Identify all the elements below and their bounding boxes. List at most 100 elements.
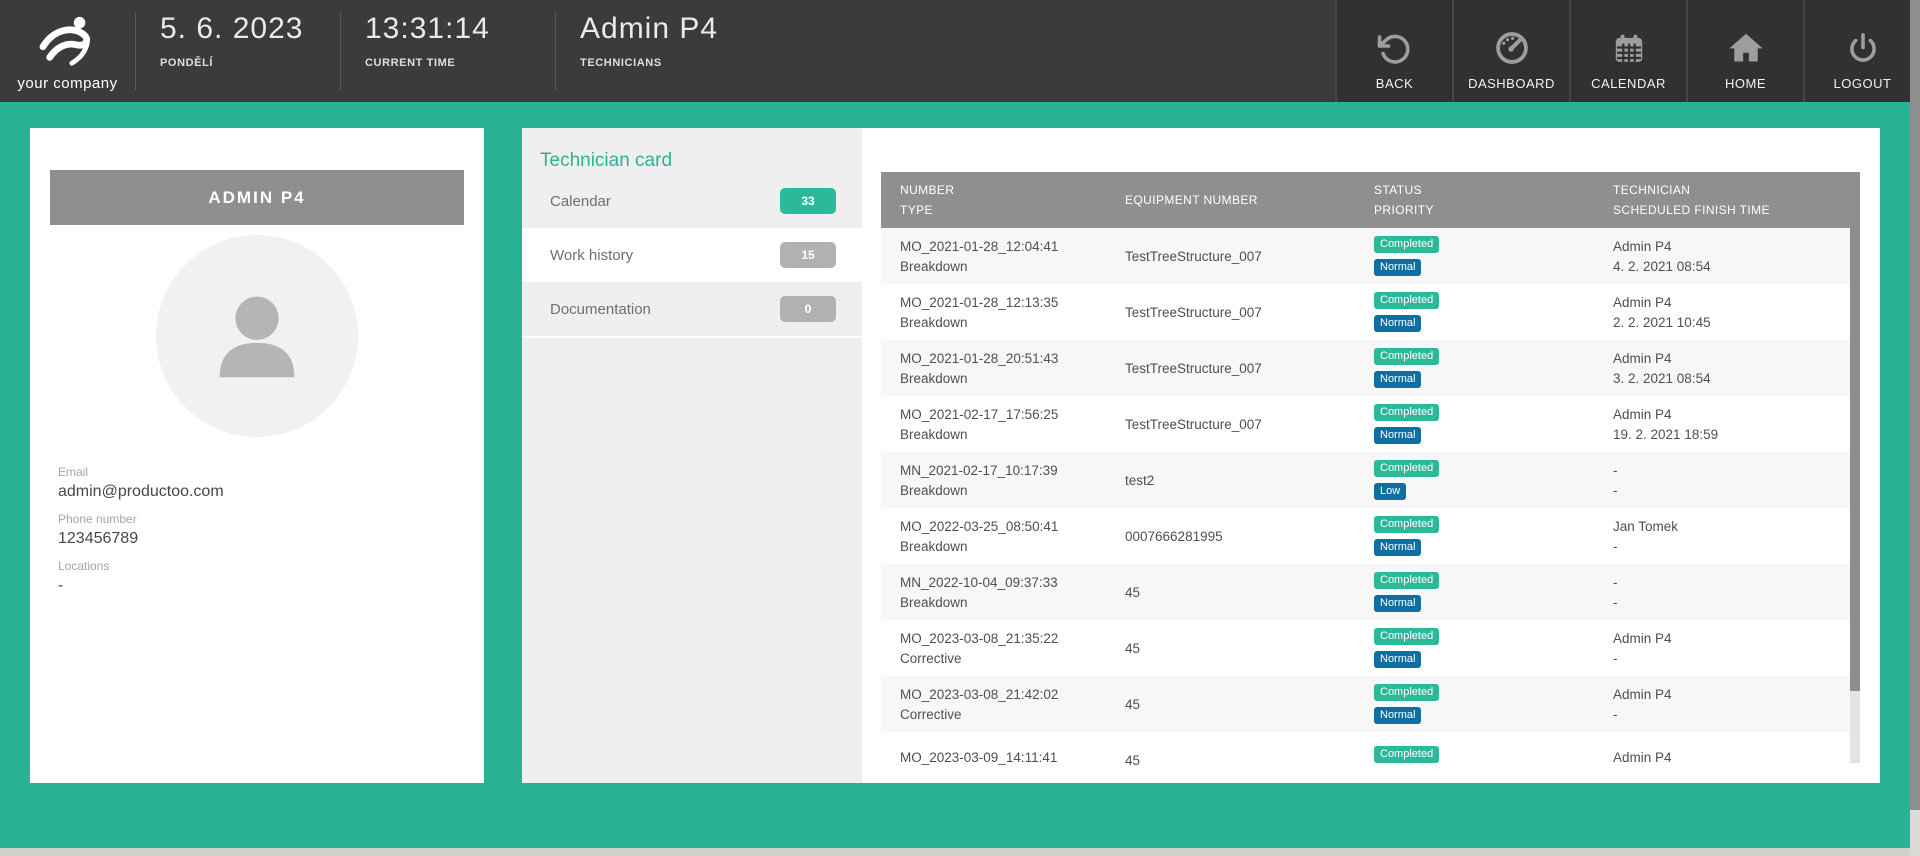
menu-item-label: Documentation	[550, 301, 651, 318]
locations-value: -	[58, 577, 456, 595]
cell-number-type: MN_2022-10-04_09:37:33 Breakdown	[881, 564, 1106, 620]
cell-technician-finish: - -	[1594, 452, 1851, 508]
cell-equipment-number: TestTreeStructure_007	[1106, 284, 1355, 340]
cell-equipment-number: 45	[1106, 620, 1355, 676]
table-row[interactable]: MO_2022-03-25_08:50:41 Breakdown 0007666…	[881, 508, 1851, 564]
work-order-type: Corrective	[900, 707, 1106, 722]
cell-technician-finish: Admin P4	[1594, 732, 1851, 783]
status-badge: Completed	[1374, 460, 1439, 477]
work-order-number: MO_2023-03-08_21:35:22	[900, 631, 1106, 646]
dashboard-button[interactable]: DASHBOARD	[1452, 0, 1569, 102]
status-badge: Completed	[1374, 684, 1439, 701]
scheduled-finish-time: 3. 2. 2021 08:54	[1613, 371, 1851, 386]
table-row[interactable]: MO_2023-03-08_21:35:22 Corrective 45 Com…	[881, 620, 1851, 676]
priority-badge: Normal	[1374, 539, 1421, 556]
work-order-type: Breakdown	[900, 259, 1106, 274]
work-order-type: Breakdown	[900, 539, 1106, 554]
status-badge: Completed	[1374, 404, 1439, 421]
priority-badge: Normal	[1374, 707, 1421, 724]
status-badge: Completed	[1374, 572, 1439, 589]
work-order-type: Breakdown	[900, 371, 1106, 386]
table-row[interactable]: MO_2021-01-28_12:13:35 Breakdown TestTre…	[881, 284, 1851, 340]
cell-status-priority: Completed Normal	[1355, 340, 1594, 396]
current-time: 13:31:14	[365, 12, 555, 46]
company-logo-text: your company	[17, 75, 117, 92]
menu-item-label: Work history	[550, 247, 633, 264]
status-badge: Completed	[1374, 292, 1439, 309]
phone-value: 123456789	[58, 530, 456, 548]
menu-item-count-badge: 33	[780, 188, 836, 214]
logout-icon	[1845, 27, 1881, 67]
vertical-scrollbar[interactable]	[1910, 0, 1920, 856]
sidebar-menu-item[interactable]: Calendar 33	[522, 174, 862, 228]
cell-technician-finish: Admin P4 -	[1594, 620, 1851, 676]
cell-technician-finish: - -	[1594, 564, 1851, 620]
back-button[interactable]: BACK	[1335, 0, 1452, 102]
table-row[interactable]: MO_2021-02-17_17:56:25 Breakdown TestTre…	[881, 396, 1851, 452]
work-order-type: Breakdown	[900, 427, 1106, 442]
table-row[interactable]: MO_2023-03-08_21:42:02 Corrective 45 Com…	[881, 676, 1851, 732]
table-scrollbar[interactable]	[1850, 172, 1860, 763]
technician-name: Admin P4	[1613, 295, 1851, 310]
menu-item-count-badge: 0	[780, 296, 836, 322]
work-order-type: Breakdown	[900, 483, 1106, 498]
table-scrollbar-thumb[interactable]	[1850, 172, 1860, 691]
cell-number-type: MO_2023-03-09_14:11:41	[881, 732, 1106, 783]
calendar-button[interactable]: CALENDAR	[1569, 0, 1686, 102]
status-badge: Completed	[1374, 236, 1439, 253]
cell-number-type: MO_2021-02-17_17:56:25 Breakdown	[881, 396, 1106, 452]
work-order-number: MO_2023-03-08_21:42:02	[900, 687, 1106, 702]
technician-name: Admin P4	[1613, 351, 1851, 366]
sidebar-title: Technician card	[540, 150, 672, 172]
email-label: Email	[58, 465, 456, 479]
cell-status-priority: Completed Normal	[1355, 228, 1594, 284]
cell-number-type: MO_2023-03-08_21:35:22 Corrective	[881, 620, 1106, 676]
work-order-number: MO_2021-02-17_17:56:25	[900, 407, 1106, 422]
column-header-equipment-number: EQUIPMENT NUMBER	[1106, 172, 1355, 228]
priority-badge: Normal	[1374, 315, 1421, 332]
column-header-line: SCHEDULED FINISH TIME	[1613, 203, 1851, 217]
table-body: MO_2021-01-28_12:04:41 Breakdown TestTre…	[881, 228, 1851, 783]
work-order-number: MN_2022-10-04_09:37:33	[900, 575, 1106, 590]
work-order-number: MO_2021-01-28_12:13:35	[900, 295, 1106, 310]
dashboard-icon	[1493, 27, 1531, 67]
technician-name: Admin P4	[1613, 687, 1851, 702]
table-row[interactable]: MO_2021-01-28_20:51:43 Breakdown TestTre…	[881, 340, 1851, 396]
cell-technician-finish: Admin P4 -	[1594, 676, 1851, 732]
home-button[interactable]: HOME	[1686, 0, 1803, 102]
table-row[interactable]: MO_2023-03-09_14:11:41 45 Completed Admi…	[881, 732, 1851, 783]
table-row[interactable]: MN_2022-10-04_09:37:33 Breakdown 45 Comp…	[881, 564, 1851, 620]
priority-badge: Low	[1374, 483, 1406, 500]
logout-button[interactable]: LOGOUT	[1803, 0, 1920, 102]
cell-technician-finish: Jan Tomek -	[1594, 508, 1851, 564]
horizontal-scrollbar[interactable]	[0, 848, 1920, 856]
calendar-icon	[1611, 27, 1647, 67]
cell-equipment-number: 45	[1106, 732, 1355, 783]
cell-status-priority: Completed Normal	[1355, 620, 1594, 676]
vertical-scrollbar-thumb[interactable]	[1910, 0, 1920, 810]
scheduled-finish-time: -	[1613, 651, 1851, 666]
cell-status-priority: Completed	[1355, 732, 1594, 783]
priority-badge: Normal	[1374, 259, 1421, 276]
cell-number-type: MO_2021-01-28_20:51:43 Breakdown	[881, 340, 1106, 396]
scheduled-finish-time: -	[1613, 707, 1851, 722]
technician-name: -	[1613, 463, 1851, 478]
cell-equipment-number: 45	[1106, 676, 1355, 732]
status-badge: Completed	[1374, 628, 1439, 645]
menu-item-label: Calendar	[550, 193, 611, 210]
sidebar-menu-item[interactable]: Work history 15	[522, 228, 862, 282]
company-logo[interactable]: your company	[0, 0, 135, 102]
technician-name: Admin P4	[1613, 750, 1851, 765]
cell-equipment-number: 45	[1106, 564, 1355, 620]
menu-item-count-badge: 15	[780, 242, 836, 268]
avatar	[156, 235, 358, 437]
table-row[interactable]: MN_2021-02-17_10:17:39 Breakdown test2 C…	[881, 452, 1851, 508]
cell-equipment-number: TestTreeStructure_007	[1106, 228, 1355, 284]
sidebar-menu-item[interactable]: Documentation 0	[522, 282, 862, 336]
page-title-block: Admin P4 TECHNICIANS	[556, 0, 1335, 102]
scheduled-finish-time: -	[1613, 483, 1851, 498]
current-date-block: 5. 6. 2023 PONDĚLÍ	[136, 0, 340, 102]
table-row[interactable]: MO_2021-01-28_12:04:41 Breakdown TestTre…	[881, 228, 1851, 284]
work-order-number: MO_2021-01-28_20:51:43	[900, 351, 1106, 366]
column-header-line: TECHNICIAN	[1613, 183, 1851, 197]
